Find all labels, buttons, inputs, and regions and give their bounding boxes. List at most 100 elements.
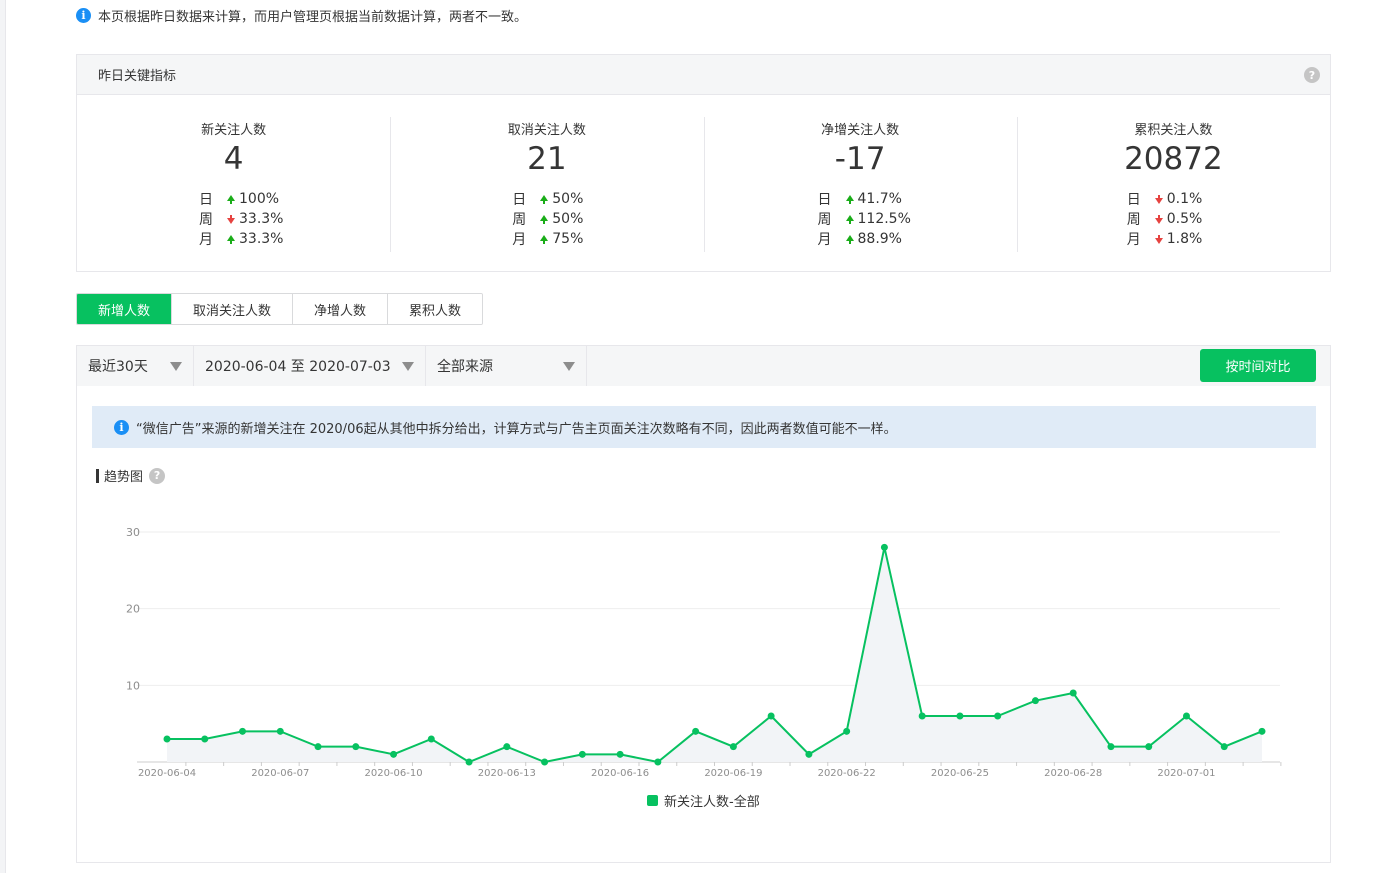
change-percent: 33.3%	[239, 211, 284, 227]
data-point	[994, 712, 1002, 720]
range-select[interactable]: 最近30天	[77, 346, 194, 386]
chart-panel: 最近30天 2020-06-04 至 2020-07-03 全部来源 按时间对比…	[76, 345, 1331, 863]
x-tick-label: 2020-06-04	[138, 768, 196, 779]
kpi-change-row: 周 0.5%	[1127, 209, 1330, 229]
data-point	[163, 735, 171, 743]
data-point	[390, 750, 398, 758]
title-marker	[96, 468, 99, 483]
data-point	[201, 735, 209, 743]
arrow-up-icon	[845, 235, 854, 244]
kpi-change-row: 日 0.1%	[1127, 189, 1330, 209]
period-label: 周	[512, 212, 527, 228]
kpi-panel-title: 昨日关键指标	[98, 69, 177, 84]
kpi-change-row: 月 75%	[512, 229, 703, 249]
period-label: 月	[1126, 232, 1141, 248]
question-mark-icon[interactable]: ?	[149, 467, 166, 484]
x-tick-label: 2020-06-25	[931, 768, 989, 779]
data-point	[918, 712, 926, 720]
caret-down-icon	[170, 361, 182, 371]
data-point	[503, 743, 511, 751]
data-point	[767, 712, 775, 720]
info-icon: i	[114, 419, 129, 435]
kpi-changes: 日 100% 周 33.3% 月 33.3%	[77, 189, 390, 249]
compare-by-time-button[interactable]: 按时间对比	[1200, 349, 1316, 382]
chart-legend[interactable]: 新关注人数-全部	[647, 791, 760, 810]
x-tick-label: 2020-06-10	[364, 768, 422, 779]
kpi-title: 累积关注人数	[1134, 123, 1213, 138]
data-point	[654, 758, 662, 766]
kpi-change-row: 月 33.3%	[199, 229, 390, 249]
period-label: 日	[512, 192, 527, 208]
x-tick-label: 2020-06-28	[1044, 768, 1102, 779]
tab-3[interactable]: 累积人数	[388, 294, 483, 324]
chart-notice-text: “微信广告”来源的新增关注在 2020/06起从其他中拆分给出，计算方式与广告主…	[136, 421, 897, 437]
x-tick-label: 2020-07-01	[1157, 768, 1215, 779]
change-percent: 50%	[552, 191, 584, 207]
kpi-changes: 日 50% 周 50% 月 75%	[390, 189, 703, 249]
kpi-title: 取消关注人数	[507, 123, 586, 138]
kpi-change-row: 日 50%	[512, 189, 703, 209]
arrow-up-icon	[227, 195, 235, 204]
kpi-value: 21	[527, 141, 567, 177]
change-percent: 75%	[552, 231, 584, 247]
change-percent: 100%	[239, 191, 280, 207]
change-percent: 112.5%	[857, 211, 911, 227]
data-point	[465, 758, 473, 766]
data-point	[276, 727, 284, 735]
data-point	[1182, 712, 1190, 720]
x-tick-label: 2020-06-22	[818, 768, 876, 779]
data-point	[1069, 689, 1077, 697]
data-point	[956, 712, 964, 720]
arrow-up-icon	[540, 235, 549, 244]
period-label: 月	[817, 232, 832, 248]
arrow-down-icon	[227, 215, 235, 224]
caret-down-icon	[402, 361, 414, 371]
period-label: 周	[1126, 212, 1141, 228]
data-point	[616, 750, 624, 758]
top-notice-text: 本页根据昨日数据来计算，而用户管理页根据当前数据计算，两者不一致。	[98, 9, 528, 25]
x-tick-label: 2020-06-16	[591, 768, 649, 779]
kpi-change-row: 周 112.5%	[818, 209, 1017, 229]
kpi-change-row: 周 33.3%	[199, 209, 390, 229]
trend-title-text: 趋势图	[104, 470, 144, 485]
x-tick-label: 2020-06-07	[251, 768, 309, 779]
data-point	[1258, 727, 1266, 735]
tab-0[interactable]: 新增人数	[77, 294, 173, 324]
kpi-header: 昨日关键指标 ?	[77, 55, 1330, 95]
data-point	[427, 735, 435, 743]
source-select[interactable]: 全部来源	[426, 346, 587, 386]
date-range-select[interactable]: 2020-06-04 至 2020-07-03	[194, 346, 426, 386]
change-percent: 41.7%	[857, 191, 902, 207]
kpi-card: 取消关注人数 21 日 50% 周 50% 月 75%	[390, 115, 703, 272]
data-point	[1145, 743, 1153, 751]
kpi-change-row: 日 41.7%	[818, 189, 1017, 209]
kpi-change-row: 月 88.9%	[818, 229, 1017, 249]
kpi-card: 新关注人数 4 日 100% 周 33.3% 月 33.3%	[77, 115, 390, 272]
period-label: 日	[199, 192, 213, 208]
arrow-up-icon	[540, 215, 549, 224]
kpi-change-row: 周 50%	[512, 209, 703, 229]
kpi-value: 20872	[1124, 141, 1223, 177]
legend-label: 新关注人数-全部	[664, 795, 760, 810]
kpi-value: -17	[834, 141, 886, 177]
arrow-up-icon	[845, 215, 854, 224]
data-point	[1220, 743, 1228, 751]
range-select-value: 最近30天	[88, 359, 148, 375]
kpi-changes: 日 41.7% 周 112.5% 月 88.9%	[704, 189, 1017, 249]
arrow-up-icon	[540, 195, 549, 204]
y-tick-label: 20	[126, 603, 140, 616]
tab-2[interactable]: 净增人数	[293, 294, 389, 324]
question-mark-icon[interactable]: ?	[1304, 67, 1320, 83]
kpi-changes: 日 0.1% 周 0.5% 月 1.8%	[1017, 189, 1330, 249]
data-point	[1031, 697, 1039, 705]
tab-1[interactable]: 取消关注人数	[172, 294, 294, 324]
source-select-value: 全部来源	[437, 359, 493, 375]
data-point	[843, 727, 851, 735]
data-point	[239, 727, 247, 735]
period-label: 月	[199, 232, 213, 248]
info-icon: i	[76, 7, 91, 23]
change-percent: 1.8%	[1166, 231, 1203, 247]
arrow-down-icon	[1154, 195, 1163, 204]
metric-tabs: 新增人数 取消关注人数 净增人数 累积人数	[76, 293, 484, 325]
change-percent: 0.5%	[1166, 211, 1203, 227]
